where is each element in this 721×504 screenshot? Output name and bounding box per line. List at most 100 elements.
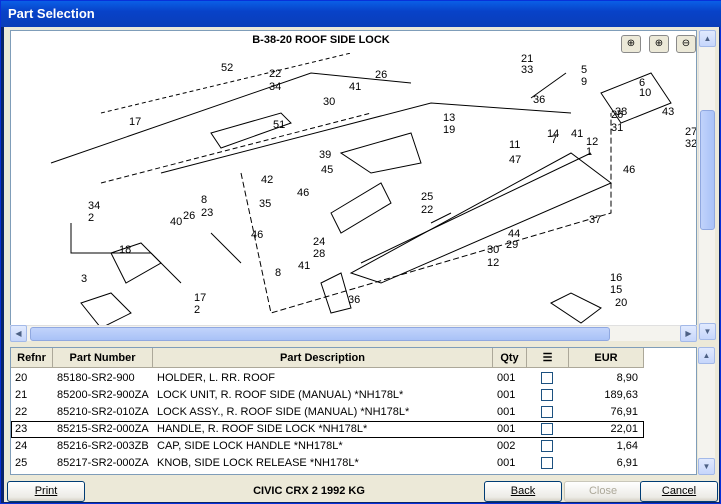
callout-40[interactable]: 40	[170, 216, 182, 228]
back-button[interactable]: Back	[484, 481, 562, 502]
callout-30[interactable]: 30	[323, 96, 335, 108]
row-checkbox[interactable]	[541, 457, 553, 469]
cancel-button[interactable]: Cancel	[640, 481, 718, 502]
table-row[interactable]: 24 85216-SR2-003ZB CAP, SIDE LOCK HANDLE…	[11, 438, 644, 455]
callout-8[interactable]: 8	[275, 267, 281, 279]
callout-41[interactable]: 41	[571, 128, 583, 140]
callout-14[interactable]: 14	[547, 128, 559, 140]
col-header-qty[interactable]: Qty	[493, 348, 527, 368]
table-scroll-down-button[interactable]: ▼	[698, 458, 715, 475]
callout-46[interactable]: 46	[623, 164, 635, 176]
callout-15[interactable]: 15	[610, 284, 622, 296]
col-header-refnr[interactable]: Refnr	[11, 348, 53, 368]
table-scroll-up-button[interactable]: ▲	[698, 347, 715, 364]
callout-41[interactable]: 41	[298, 260, 310, 272]
col-header-part-number[interactable]: Part Number	[53, 348, 153, 368]
callout-47[interactable]: 47	[509, 154, 521, 166]
callout-23[interactable]: 23	[201, 207, 213, 219]
callout-16[interactable]: 16	[610, 272, 622, 284]
col-header-cart[interactable]: ☰	[527, 348, 569, 368]
callout-13[interactable]: 13	[443, 112, 455, 124]
table-vertical-scrollbar[interactable]: ▲ ▼	[698, 347, 715, 475]
callout-34[interactable]: 34	[88, 200, 100, 212]
cell-refnr: 20	[15, 372, 28, 384]
row-checkbox[interactable]	[541, 406, 553, 418]
callout-19[interactable]: 19	[443, 124, 455, 136]
callout-36[interactable]: 36	[348, 294, 360, 306]
cell-qty: 001	[497, 389, 516, 401]
callout-46[interactable]: 46	[297, 187, 309, 199]
callout-37[interactable]: 37	[589, 214, 601, 226]
callout-26[interactable]: 26	[375, 69, 387, 81]
callout-51[interactable]: 51	[273, 119, 285, 131]
callout-27[interactable]: 27	[685, 126, 697, 138]
callout-2[interactable]: 2	[194, 304, 200, 316]
close-button[interactable]: Close	[564, 481, 642, 502]
callout-33[interactable]: 33	[521, 64, 533, 76]
table-row[interactable]: 22 85210-SR2-010ZA LOCK ASSY., R. ROOF S…	[11, 404, 644, 421]
callout-3[interactable]: 3	[81, 273, 87, 285]
callout-31[interactable]: 31	[611, 122, 623, 134]
callout-17[interactable]: 17	[194, 292, 206, 304]
callout-24[interactable]: 24	[313, 236, 325, 248]
row-checkbox[interactable]	[541, 423, 553, 435]
callout-29[interactable]: 29	[506, 239, 518, 251]
callout-28[interactable]: 28	[313, 248, 325, 260]
callout-30[interactable]: 30	[487, 244, 499, 256]
callout-1[interactable]: 1	[586, 146, 592, 158]
callout-20[interactable]: 20	[615, 297, 627, 309]
scroll-right-button[interactable]: ▶	[680, 325, 697, 342]
callout-52[interactable]: 52	[221, 62, 233, 74]
diagram-vertical-scrollbar[interactable]: ▲ ▼	[698, 30, 716, 340]
callout-39[interactable]: 39	[319, 149, 331, 161]
callout-25[interactable]: 25	[421, 191, 433, 203]
callout-22[interactable]: 22	[269, 68, 281, 80]
zoom-out-icon: ⊖	[681, 38, 691, 49]
diagram-vertical-thumb[interactable]	[700, 110, 715, 230]
callout-12[interactable]: 12	[487, 257, 499, 269]
callout-36[interactable]: 36	[533, 94, 545, 106]
scroll-up-button[interactable]: ▲	[699, 30, 716, 47]
callout-5[interactable]: 5	[581, 64, 587, 76]
callout-22[interactable]: 22	[421, 204, 433, 216]
callout-41[interactable]: 41	[349, 81, 361, 93]
col-header-part-description[interactable]: Part Description	[153, 348, 493, 368]
window-title: Part Selection	[1, 1, 721, 27]
callout-38[interactable]: 38	[615, 106, 627, 118]
chevron-left-icon: ◀	[15, 329, 22, 338]
table-row[interactable]: 20 85180-SR2-900 HOLDER, L. RR. ROOF 001…	[11, 370, 644, 387]
callout-45[interactable]: 45	[321, 164, 333, 176]
row-checkbox[interactable]	[541, 440, 553, 452]
callout-26[interactable]: 26	[183, 210, 195, 222]
diagram-horizontal-scrollbar[interactable]: ◀ ▶	[10, 325, 697, 342]
callout-46[interactable]: 46	[251, 229, 263, 241]
scroll-left-button[interactable]: ◀	[10, 325, 27, 342]
callout-2[interactable]: 2	[88, 212, 94, 224]
table-row-selected[interactable]: 23 85215-SR2-000ZA HANDLE, R. ROOF SIDE …	[11, 421, 644, 438]
callout-32[interactable]: 32	[685, 138, 697, 150]
zoom-fit-button[interactable]: ⊕	[621, 35, 641, 53]
callout-43[interactable]: 43	[662, 106, 674, 118]
chevron-down-icon: ▼	[702, 462, 711, 471]
callout-35[interactable]: 35	[259, 198, 271, 210]
callout-17[interactable]: 17	[129, 116, 141, 128]
chevron-up-icon: ▲	[703, 34, 712, 43]
callout-10[interactable]: 10	[639, 87, 651, 99]
zoom-in-button[interactable]: ⊕	[649, 35, 669, 53]
zoom-out-button[interactable]: ⊖	[676, 35, 696, 53]
callout-34[interactable]: 34	[269, 81, 281, 93]
row-checkbox[interactable]	[541, 372, 553, 384]
row-checkbox[interactable]	[541, 389, 553, 401]
callout-42[interactable]: 42	[261, 174, 273, 186]
col-header-eur[interactable]: EUR	[569, 348, 644, 368]
scroll-down-button[interactable]: ▼	[699, 323, 716, 340]
callout-18[interactable]: 18	[119, 244, 131, 256]
callout-9[interactable]: 9	[581, 76, 587, 88]
parts-diagram-frame[interactable]: B-38-20 ROOF SIDE LOCK ⊕ ⊕ ⊖ 52 22 34 30…	[10, 30, 697, 340]
table-row[interactable]: 25 85217-SR2-000ZA KNOB, SIDE LOCK RELEA…	[11, 455, 644, 472]
diagram-horizontal-thumb[interactable]	[30, 327, 610, 341]
table-row[interactable]: 21 85200-SR2-900ZA LOCK UNIT, R. ROOF SI…	[11, 387, 644, 404]
print-button[interactable]: Print	[7, 481, 85, 502]
callout-11[interactable]: 11	[509, 139, 520, 151]
callout-8[interactable]: 8	[201, 194, 207, 206]
